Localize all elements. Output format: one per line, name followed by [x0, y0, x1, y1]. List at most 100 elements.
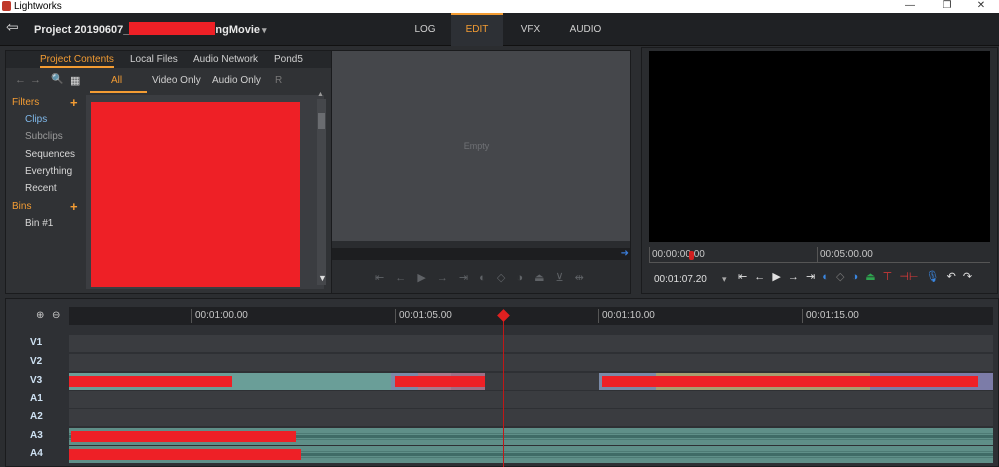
zoom-in-icon[interactable]: ⊕: [36, 310, 44, 321]
record-timecode[interactable]: 00:01:07.20: [654, 274, 707, 285]
record-playhead[interactable]: [689, 251, 694, 260]
track-row-v3[interactable]: [69, 373, 993, 390]
track-label-a3[interactable]: A3: [30, 430, 43, 441]
ruler-label: 00:01:00.00: [195, 310, 248, 321]
clip-list-area[interactable]: [86, 95, 324, 289]
source-scrub-bar[interactable]: ➜: [323, 248, 630, 260]
source-transport-controls[interactable]: ⇤ ← ▶ → ⇥ ◐ ◇ ◑ ⏏ ⊻ ⇹: [375, 271, 588, 284]
timeline-playhead-line[interactable]: [503, 311, 504, 467]
filter-item-everything[interactable]: Everything: [25, 166, 72, 177]
timeline-panel: ⊕ ⊖ 00:01:00.00 00:01:05.00 00:01:10.00 …: [5, 298, 999, 467]
filter-item-sequences[interactable]: Sequences: [25, 149, 75, 160]
track-row-v1[interactable]: [69, 335, 993, 352]
lift-icon[interactable]: ⏏: [865, 270, 875, 283]
track-row-a1[interactable]: [69, 391, 993, 408]
tab-audio[interactable]: AUDIO: [558, 13, 613, 46]
track-label-v2[interactable]: V2: [30, 356, 42, 367]
search-icon[interactable]: 🔍: [51, 74, 63, 85]
add-filter-button[interactable]: +: [70, 96, 78, 109]
filter-tabs: All Video Only Audio Only R: [90, 72, 330, 93]
bin-item[interactable]: Bin #1: [25, 218, 53, 229]
mark-icon[interactable]: ◇: [836, 270, 844, 283]
mark-out-icon[interactable]: ◑: [851, 271, 858, 283]
track-label-a1[interactable]: A1: [30, 393, 43, 404]
tab-project-contents[interactable]: Project Contents: [40, 51, 114, 68]
undo-icon[interactable]: ↶: [947, 270, 956, 283]
arrow-right-icon[interactable]: ➜: [621, 248, 629, 260]
record-ruler[interactable]: 00:00:00.00 00:05:00.00: [649, 247, 990, 263]
redaction-block: [395, 376, 485, 387]
source-viewer: Empty ➜ ⇤ ← ▶ → ⇥ ◐ ◇ ◑ ⏏ ⊻ ⇹: [282, 50, 631, 294]
filter-tab-all[interactable]: All: [111, 75, 122, 86]
ruler-tick: [191, 309, 192, 323]
exit-icon[interactable]: ⇦: [6, 19, 24, 37]
record-screen[interactable]: [649, 51, 990, 242]
replace-icon[interactable]: ⊣⊢: [899, 270, 918, 283]
track-label-a2[interactable]: A2: [30, 411, 43, 422]
filter-tab-video-only[interactable]: Video Only: [152, 75, 201, 86]
redo-icon[interactable]: ↷: [963, 270, 972, 283]
maximize-button[interactable]: ❐: [932, 0, 962, 13]
ruler-label: 00:00:00.00: [652, 249, 705, 260]
step-forward-icon[interactable]: →: [788, 271, 799, 283]
panel-toolbar: ← → 🔍 ▦: [6, 72, 86, 90]
filter-tab-audio-only[interactable]: Audio Only: [212, 75, 261, 86]
scroll-down-icon[interactable]: ▼: [318, 273, 327, 283]
source-screen[interactable]: Empty: [323, 51, 630, 241]
scrollbar-thumb[interactable]: [318, 113, 325, 129]
filters-sidebar: Filters + Clips Subclips Sequences Every…: [6, 95, 86, 290]
ruler-label: 00:01:10.00: [602, 310, 655, 321]
filter-tab-r[interactable]: R: [275, 75, 282, 86]
tab-pond5[interactable]: Pond5: [274, 51, 303, 68]
zoom-out-icon[interactable]: ⊖: [52, 310, 60, 321]
tab-log[interactable]: LOG: [399, 13, 451, 46]
tab-edit[interactable]: EDIT: [451, 13, 503, 46]
content-tabs: Project Contents Local Files Audio Netwo…: [6, 51, 331, 68]
timeline-ruler[interactable]: 00:01:00.00 00:01:05.00 00:01:10.00 00:0…: [69, 307, 993, 325]
redaction-block: [91, 102, 300, 287]
tab-vfx[interactable]: VFX: [503, 13, 558, 46]
filter-item-subclips[interactable]: Subclips: [25, 131, 63, 142]
filters-header: Filters: [12, 97, 40, 108]
filter-item-clips[interactable]: Clips: [25, 114, 47, 125]
lightworks-logo-icon: [2, 1, 11, 11]
add-bin-button[interactable]: +: [70, 200, 78, 213]
filter-item-recent[interactable]: Recent: [25, 183, 57, 194]
play-icon[interactable]: ▶: [772, 270, 780, 283]
microphone-icon[interactable]: 🎙: [926, 270, 940, 283]
chevron-down-icon[interactable]: ▾: [722, 274, 727, 285]
grid-view-icon[interactable]: ▦: [70, 74, 80, 87]
insert-icon[interactable]: ⊤: [883, 270, 893, 283]
project-title-prefix: Project 20190607_: [34, 24, 130, 36]
go-to-end-icon[interactable]: ⇥: [806, 270, 815, 283]
back-arrow-icon[interactable]: ←: [15, 74, 26, 86]
track-row-a2[interactable]: [69, 409, 993, 426]
track-label-a4[interactable]: A4: [30, 448, 43, 459]
track-row-a3[interactable]: [69, 428, 993, 445]
content-scrollbar[interactable]: [317, 99, 326, 285]
tab-audio-network[interactable]: Audio Network: [193, 51, 258, 68]
scroll-up-icon[interactable]: ▲: [317, 91, 324, 98]
step-back-icon[interactable]: ←: [754, 271, 765, 283]
ruler-tick: [598, 309, 599, 323]
ruler-tick: [817, 247, 818, 263]
forward-arrow-icon[interactable]: →: [30, 74, 41, 86]
tab-local-files[interactable]: Local Files: [130, 51, 178, 68]
redaction-block: [71, 431, 296, 442]
record-viewer: 00:00:00.00 00:05:00.00 00:01:07.20 ▾ ⇤ …: [641, 47, 998, 294]
ruler-label: 00:01:15.00: [806, 310, 859, 321]
track-label-v1[interactable]: V1: [30, 337, 42, 348]
track-row-a4[interactable]: [69, 446, 993, 463]
window-title: Lightworks: [14, 1, 62, 12]
go-to-start-icon[interactable]: ⇤: [738, 270, 747, 283]
ruler-tick: [649, 247, 650, 263]
mark-in-icon[interactable]: ◐: [822, 271, 829, 283]
project-title-menu[interactable]: Project 20190607_ ngMovie ▾: [34, 22, 267, 36]
redaction-block: [129, 22, 216, 35]
chevron-down-icon: ▾: [262, 25, 267, 35]
close-button[interactable]: ✕: [966, 0, 996, 13]
minimize-button[interactable]: —: [895, 0, 925, 13]
track-row-v2[interactable]: [69, 354, 993, 371]
track-label-v3[interactable]: V3: [30, 375, 42, 386]
project-contents-panel: Project Contents Local Files Audio Netwo…: [5, 50, 332, 294]
